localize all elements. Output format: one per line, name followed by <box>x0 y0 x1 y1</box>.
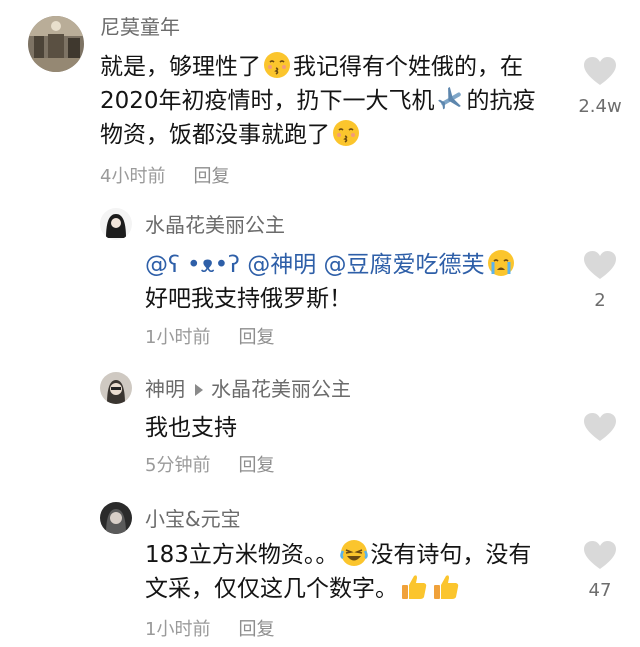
comment-thread: 尼莫童年 就是，够理性了 我记得有个姓俄的，在 2020年初疫情时，扔下一大飞机的… <box>0 0 640 647</box>
crying-face-icon <box>486 248 516 278</box>
avatar[interactable] <box>100 208 132 240</box>
comment-time: 1小时前 <box>145 619 211 640</box>
reply-item: 小宝&元宝 183立方米物资。。 没有诗句，没有 文采，仅仅这几个数字。 1小时前… <box>0 490 640 647</box>
reply-button[interactable]: 回复 <box>238 327 274 348</box>
like-button[interactable]: 2 <box>575 250 625 312</box>
heart-icon[interactable] <box>583 412 617 442</box>
comment-text: 我也支持 <box>145 415 237 441</box>
airplane-icon <box>436 84 466 114</box>
like-count: 2.4w <box>578 96 622 117</box>
reply-to-arrow-icon <box>195 384 203 396</box>
comment-time: 4小时前 <box>100 166 166 187</box>
crying-laughing-face-icon <box>339 538 369 568</box>
kissing-face-icon <box>262 50 292 80</box>
avatar[interactable] <box>100 372 132 404</box>
avatar[interactable] <box>28 16 84 72</box>
comment-time: 5分钟前 <box>145 455 211 476</box>
avatar[interactable] <box>100 502 132 534</box>
comment-meta: 5分钟前 回复 <box>145 454 274 478</box>
comment-meta: 1小时前 回复 <box>145 326 274 350</box>
comment-item: 尼莫童年 就是，够理性了 我记得有个姓俄的，在 2020年初疫情时，扔下一大飞机的… <box>0 0 640 200</box>
mention-link[interactable]: @ʕ •ᴥ•ʔ <box>145 252 240 278</box>
like-count: 47 <box>588 580 612 601</box>
like-button[interactable]: 47 <box>575 540 625 602</box>
thumbs-up-icon <box>399 572 429 602</box>
kissing-face-icon <box>331 118 361 148</box>
heart-icon[interactable] <box>583 56 617 86</box>
reply-button[interactable]: 回复 <box>193 166 229 187</box>
comment-username[interactable]: 小宝&元宝 <box>145 506 241 532</box>
comment-username[interactable]: 神明 水晶花美丽公主 <box>145 376 351 402</box>
heart-icon[interactable] <box>583 250 617 280</box>
like-button[interactable]: 2.4w <box>575 56 625 118</box>
comment-text: @ʕ •ᴥ•ʔ @神明 @豆腐爱吃德芙 好吧我支持俄罗斯！ <box>145 248 565 316</box>
comment-text: 就是，够理性了 我记得有个姓俄的，在 2020年初疫情时，扔下一大飞机 的抗疫 物资… <box>100 50 580 152</box>
heart-icon[interactable] <box>583 540 617 570</box>
like-button[interactable] <box>575 412 625 442</box>
reply-item: 神明 水晶花美丽公主 我也支持 5分钟前 回复 <box>0 360 640 490</box>
comment-meta: 1小时前 回复 <box>145 618 274 642</box>
mention-link[interactable]: @豆腐爱吃德芙 <box>324 252 485 278</box>
like-count: 2 <box>594 290 606 311</box>
reply-item: 水晶花美丽公主 @ʕ •ᴥ•ʔ @神明 @豆腐爱吃德芙 好吧我支持俄罗斯！ 1小… <box>0 200 640 360</box>
thumbs-up-icon <box>431 572 461 602</box>
comment-username[interactable]: 尼莫童年 <box>100 14 180 40</box>
reply-button[interactable]: 回复 <box>238 455 274 476</box>
reply-target[interactable]: 水晶花美丽公主 <box>211 377 351 401</box>
comment-username[interactable]: 水晶花美丽公主 <box>145 212 285 238</box>
mention-link[interactable]: @神明 <box>247 252 316 278</box>
comment-text: 183立方米物资。。 没有诗句，没有 文采，仅仅这几个数字。 <box>145 538 565 606</box>
comment-time: 1小时前 <box>145 327 211 348</box>
reply-button[interactable]: 回复 <box>238 619 274 640</box>
comment-meta: 4小时前 回复 <box>100 165 229 189</box>
